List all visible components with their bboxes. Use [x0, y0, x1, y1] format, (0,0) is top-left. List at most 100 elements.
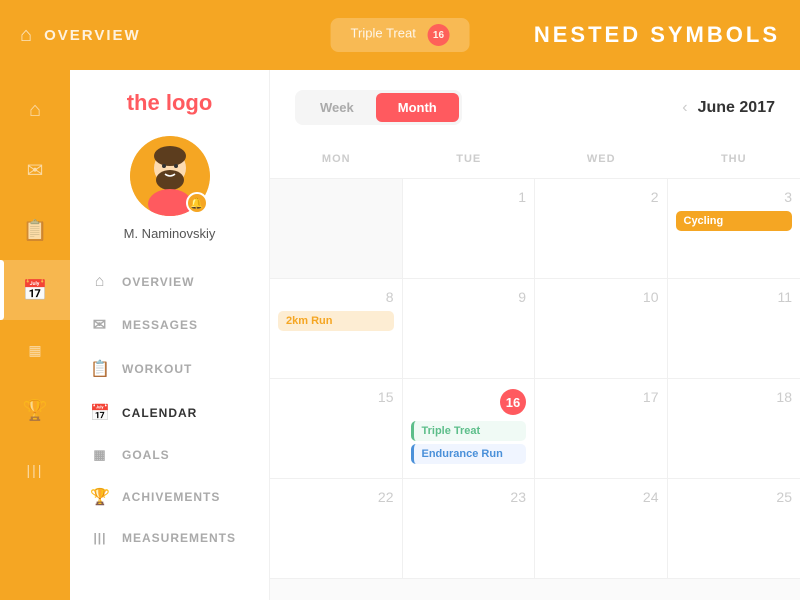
prev-month-button[interactable]: ‹	[682, 99, 687, 117]
cal-date-11: 11	[676, 289, 793, 305]
cal-date-2: 2	[543, 189, 659, 205]
cal-date-16: 16	[411, 389, 527, 415]
list-item: Triple Treat	[411, 421, 527, 441]
cal-date-22: 22	[278, 489, 394, 505]
achievements-icon: 🏆	[90, 487, 110, 507]
month-toggle-button[interactable]: Month	[376, 93, 459, 122]
table-row: 8 2km Run	[270, 279, 403, 379]
nav-messages-label: MESSAGES	[122, 318, 198, 332]
nav-goals[interactable]: ▦ GOALS	[70, 435, 269, 475]
mail-icon: ✉	[27, 158, 44, 183]
week-toggle-button[interactable]: Week	[298, 93, 376, 122]
calendar-icon: 📅	[23, 278, 48, 303]
list-item: 2km Run	[278, 311, 394, 331]
content-area: Week Month ‹ June 2017 MON TUE WED THU 1…	[270, 70, 800, 600]
active-indicator	[0, 260, 4, 320]
calendar-header: MON TUE WED THU	[270, 140, 800, 179]
icon-sidebar: ⌂ ✉ 📋 📅 ▦ 🏆 |||	[0, 70, 70, 600]
table-row: 23	[403, 479, 536, 579]
workout-icon: 📋	[90, 359, 110, 379]
table-row: 10	[535, 279, 668, 379]
icon-sidebar-mail[interactable]: ✉	[0, 140, 70, 200]
bars-icon: |||	[27, 462, 44, 478]
nav-goals-label: GOALS	[122, 448, 170, 462]
icon-sidebar-trophy[interactable]: 🏆	[0, 380, 70, 440]
icon-sidebar-goals[interactable]: ▦	[0, 320, 70, 380]
measurements-icon: |||	[90, 531, 110, 545]
nav-workout[interactable]: 📋 WORKOUT	[70, 347, 269, 391]
nav-calendar[interactable]: 📅 CALENDAR	[70, 391, 269, 435]
nav-calendar-label: CALENDAR	[122, 406, 197, 420]
today-badge: 16	[500, 389, 526, 415]
avatar-notification-badge: 🔔	[186, 192, 208, 214]
home-icon: ⌂	[20, 24, 32, 47]
header-tue: TUE	[403, 148, 536, 170]
trophy-icon: 🏆	[23, 398, 48, 423]
table-row: 17	[535, 379, 668, 479]
top-bar-title: OVERVIEW	[44, 27, 141, 44]
cal-date-23: 23	[411, 489, 527, 505]
chart-icon: ▦	[28, 342, 41, 359]
table-row: 9	[403, 279, 536, 379]
current-month-label: June 2017	[698, 99, 775, 117]
table-row: 24	[535, 479, 668, 579]
cal-date-10: 10	[543, 289, 659, 305]
icon-sidebar-measurements[interactable]: |||	[0, 440, 70, 500]
table-row: 18	[668, 379, 800, 479]
notification-badge: 16	[427, 24, 449, 46]
icon-sidebar-calendar[interactable]: 📅	[0, 260, 70, 320]
table-row: 22	[270, 479, 403, 579]
nav-achievements[interactable]: 🏆 ACHIVEMENTS	[70, 475, 269, 519]
top-bar-center: Triple Treat 16	[331, 18, 470, 52]
table-row: 11	[668, 279, 800, 379]
list-item: Cycling	[676, 211, 793, 231]
logo: the logo	[127, 90, 213, 116]
calendar-grid: 1 2 3 Cycling 8 2km Run 9 10 11	[270, 179, 800, 579]
table-row: 1	[403, 179, 536, 279]
content-header: Week Month ‹ June 2017	[270, 70, 800, 140]
header-wed: WED	[535, 148, 668, 170]
cal-date-8: 8	[278, 289, 394, 305]
home-icon: ⌂	[29, 99, 41, 122]
nav-messages[interactable]: ✉ MESSAGES	[70, 303, 269, 347]
icon-sidebar-clipboard[interactable]: 📋	[0, 200, 70, 260]
cal-date-3: 3	[676, 189, 793, 205]
cal-date-15: 15	[278, 389, 394, 405]
user-name: M. Naminovskiy	[124, 226, 216, 241]
icon-sidebar-home[interactable]: ⌂	[0, 80, 70, 140]
table-row: 16 Triple Treat Endurance Run	[403, 379, 536, 479]
header-thu: THU	[668, 148, 800, 170]
nav-overview-label: OVERVIEW	[122, 275, 194, 289]
main-sidebar: the logo 🔔 M. Naminovskiy	[70, 70, 270, 600]
table-row: 2	[535, 179, 668, 279]
cal-date-24: 24	[543, 489, 659, 505]
table-row: 15	[270, 379, 403, 479]
nav-overview[interactable]: ⌂ OVERVIEW	[70, 261, 269, 303]
cal-date-25: 25	[676, 489, 793, 505]
nav-achievements-label: ACHIVEMENTS	[122, 490, 220, 504]
overview-icon: ⌂	[90, 273, 110, 291]
nav-calendar-icon: 📅	[90, 403, 110, 423]
goals-icon: ▦	[90, 447, 110, 463]
nav-workout-label: WORKOUT	[122, 362, 192, 376]
cal-date-17: 17	[543, 389, 659, 405]
view-toggle: Week Month	[295, 90, 462, 125]
nav-measurements-label: MEASUREMENTS	[122, 531, 236, 545]
top-bar-app-title: NESTED SYMBOLS	[534, 22, 780, 48]
list-item: Endurance Run	[411, 444, 527, 464]
calendar: MON TUE WED THU 1 2 3 Cycling 8 2km Run	[270, 140, 800, 579]
table-row: 3 Cycling	[668, 179, 800, 279]
cal-date-9: 9	[411, 289, 527, 305]
table-row	[270, 179, 403, 279]
messages-icon: ✉	[90, 315, 110, 335]
nav-measurements[interactable]: ||| MEASUREMENTS	[70, 519, 269, 557]
month-nav: ‹ June 2017	[682, 99, 775, 117]
cal-date-1: 1	[411, 189, 527, 205]
header-mon: MON	[270, 148, 403, 170]
top-bar-left: ⌂ OVERVIEW	[20, 24, 141, 47]
nav-items: ⌂ OVERVIEW ✉ MESSAGES 📋 WORKOUT 📅 CALEND…	[70, 261, 269, 557]
top-bar: ⌂ OVERVIEW Triple Treat 16 NESTED SYMBOL…	[0, 0, 800, 70]
top-bar-center-text: Triple Treat	[351, 26, 416, 41]
avatar-container: 🔔	[130, 136, 210, 216]
clipboard-icon: 📋	[23, 218, 48, 243]
